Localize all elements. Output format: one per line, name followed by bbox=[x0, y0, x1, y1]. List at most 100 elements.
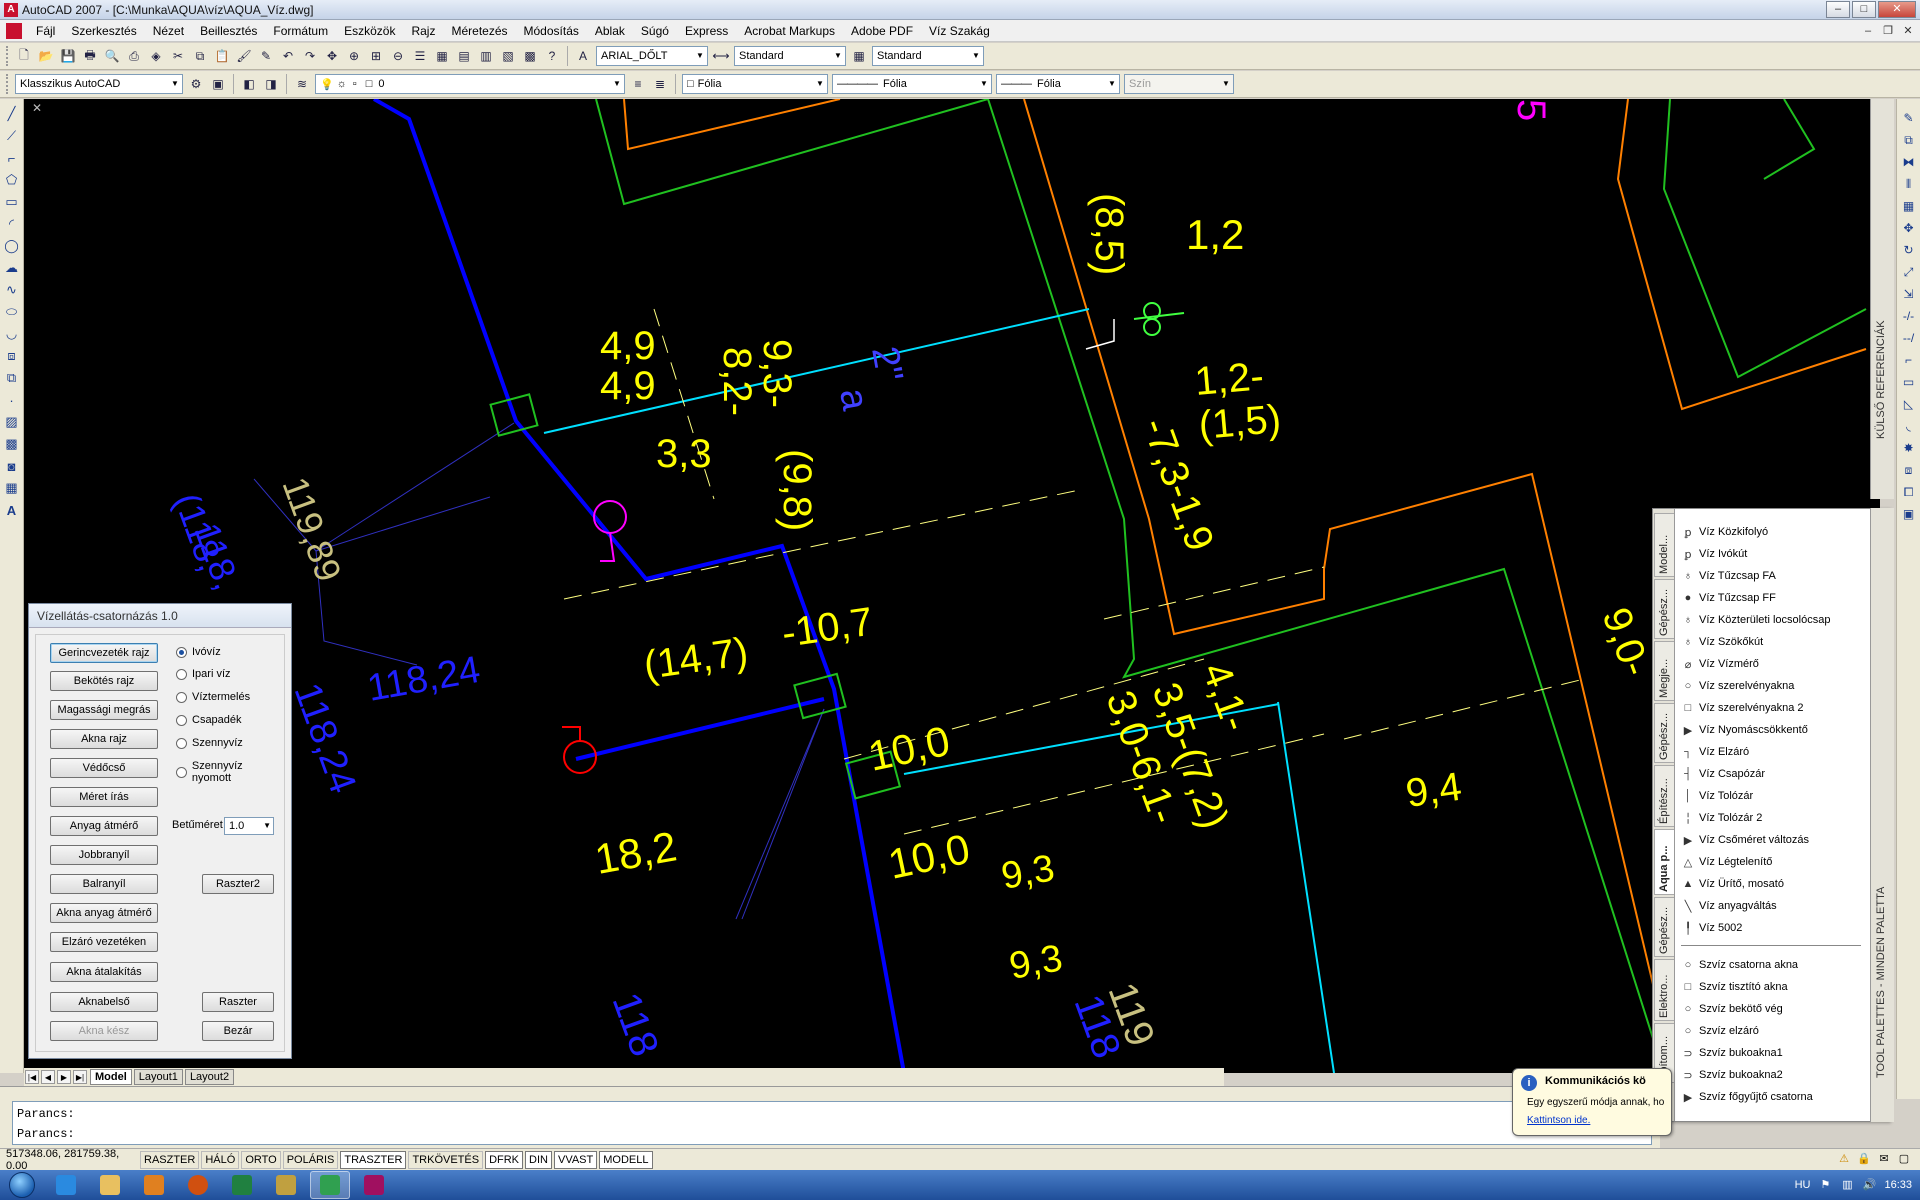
paste-icon[interactable]: 📋 bbox=[212, 46, 232, 66]
layer-previous-icon[interactable]: ≣ bbox=[650, 74, 670, 94]
prev-tab-icon[interactable]: ◀ bbox=[41, 1070, 55, 1084]
doc-minimize-icon[interactable]: – bbox=[1860, 23, 1876, 39]
clip-icon[interactable]: ▣ bbox=[1899, 504, 1919, 524]
document-icon[interactable] bbox=[6, 22, 22, 39]
balloon-link[interactable]: Kattintson ide. bbox=[1527, 1115, 1590, 1126]
communication-center-icon[interactable]: ✉ bbox=[1876, 1151, 1892, 1167]
cad-drawing[interactable]: 1,2 (8,5) 4,94,9 9,3-8,2- (9,8) 3,3 2"a 1,2-(1,… bbox=[24, 99, 1880, 1073]
clock[interactable]: 16:33 bbox=[1884, 1179, 1912, 1191]
lineweight-select[interactable]: ——— Fólia ▼ bbox=[996, 74, 1120, 94]
right-arrow-button[interactable]: Jobbranyíl bbox=[50, 845, 158, 865]
match-properties-icon[interactable]: 🖌 bbox=[234, 46, 254, 66]
dimension-write-button[interactable]: Méret írás bbox=[50, 787, 158, 807]
insert-block-icon[interactable]: ⧈ bbox=[2, 346, 22, 366]
palette-tool-item[interactable]: ╿ Víz 5002 bbox=[1681, 917, 1861, 939]
otrack-toggle[interactable]: TRKÖVETÉS bbox=[408, 1150, 484, 1169]
toolbar-grip[interactable] bbox=[6, 74, 10, 94]
palette-tab-model[interactable]: Model... bbox=[1654, 513, 1674, 577]
network-icon[interactable]: ▥ bbox=[1840, 1178, 1854, 1192]
dialog-title[interactable]: Vízellátás-csatornázás 1.0 bbox=[29, 604, 291, 628]
plot-icon[interactable]: 🖶 bbox=[80, 46, 100, 66]
construction-line-icon[interactable]: ⟋ bbox=[2, 126, 22, 146]
palette-tool-item[interactable]: □ Szvíz tisztító akna bbox=[1681, 976, 1861, 998]
first-tab-icon[interactable]: |◀ bbox=[25, 1070, 39, 1084]
palette-tool-item[interactable]: □ Víz szerelvényakna 2 bbox=[1681, 697, 1861, 719]
grid-toggle[interactable]: HÁLÓ bbox=[201, 1150, 240, 1169]
main-pipe-draw-button[interactable]: Gerincvezeték rajz bbox=[50, 643, 158, 663]
radio-sewage[interactable]: Szennyvíz bbox=[176, 737, 243, 749]
ellipse-arc-icon[interactable]: ◡ bbox=[2, 324, 22, 344]
start-button[interactable] bbox=[0, 1170, 44, 1200]
plot-style-select[interactable]: Szín ▼ bbox=[1124, 74, 1234, 94]
valve-on-pipe-button[interactable]: Elzáró vezetéken bbox=[50, 932, 158, 952]
polyline-icon[interactable]: ⌐ bbox=[2, 148, 22, 168]
ducs-toggle[interactable]: DFRK bbox=[485, 1150, 524, 1169]
palette-tab-mechanical-1[interactable]: Gépész... bbox=[1654, 579, 1674, 639]
menu-view[interactable]: Nézet bbox=[145, 21, 192, 41]
palette-tool-item[interactable]: ♁ Víz Közterületi locsolócsap bbox=[1681, 609, 1861, 631]
workspace-select[interactable]: Klasszikus AutoCAD ▼ bbox=[15, 74, 183, 94]
taskbar-firefox[interactable] bbox=[178, 1171, 218, 1199]
tab-model[interactable]: Model bbox=[90, 1069, 132, 1085]
pdf-icon[interactable]: ◧ bbox=[239, 74, 259, 94]
point-icon[interactable]: · bbox=[2, 390, 22, 410]
palette-tool-item[interactable]: ● Víz Tűzcsap FF bbox=[1681, 587, 1861, 609]
plot-preview-icon[interactable]: 🔍 bbox=[102, 46, 122, 66]
flag-icon[interactable]: ⚑ bbox=[1818, 1178, 1832, 1192]
erase-icon[interactable]: ✎ bbox=[1899, 108, 1919, 128]
material-diameter-button[interactable]: Anyag átmérő bbox=[50, 816, 158, 836]
text-style-select[interactable]: ARIAL_DŐLT ▼ bbox=[596, 46, 708, 66]
extend-icon[interactable]: --/ bbox=[1899, 328, 1919, 348]
design-center-icon[interactable]: ▦ bbox=[432, 46, 452, 66]
zoom-previous-icon[interactable]: ⊖ bbox=[388, 46, 408, 66]
table-style-select[interactable]: Standard ▼ bbox=[872, 46, 984, 66]
publish-icon[interactable]: ⎙ bbox=[124, 46, 144, 66]
palette-tool-item[interactable]: ○ Szvíz csatorna akna bbox=[1681, 954, 1861, 976]
palette-tool-item[interactable]: ▶ Szvíz főgyűjtő csatorna bbox=[1681, 1086, 1861, 1108]
palette-tool-item[interactable]: ⊃ Szvíz bukoakna1 bbox=[1681, 1042, 1861, 1064]
region-icon[interactable]: ◙ bbox=[2, 456, 22, 476]
palette-tool-item[interactable]: △ Víz Légtelenítő bbox=[1681, 851, 1861, 873]
palette-tool-item[interactable]: ♁ Víz Tűzcsap FA bbox=[1681, 565, 1861, 587]
copy-icon[interactable]: ⧉ bbox=[190, 46, 210, 66]
gradient-icon[interactable]: ▩ bbox=[2, 434, 22, 454]
array-icon[interactable]: ▦ bbox=[1899, 196, 1919, 216]
mirror-icon[interactable]: ⧓ bbox=[1899, 152, 1919, 172]
menu-tools[interactable]: Eszközök bbox=[336, 21, 403, 41]
taskbar-ie[interactable] bbox=[46, 1171, 86, 1199]
save-icon[interactable]: 💾 bbox=[58, 46, 78, 66]
explode-icon[interactable]: ✸ bbox=[1899, 438, 1919, 458]
menu-water-discipline[interactable]: Víz Szakág bbox=[921, 21, 998, 41]
dim-style-icon[interactable]: ⟷ bbox=[711, 46, 731, 66]
fillet-icon[interactable]: ◟ bbox=[1899, 416, 1919, 436]
rotate-icon[interactable]: ↻ bbox=[1899, 240, 1919, 260]
close-icon[interactable]: ✕ bbox=[32, 101, 42, 115]
pdf-email-icon[interactable]: ◨ bbox=[261, 74, 281, 94]
raster-button[interactable]: Raszter bbox=[202, 992, 274, 1012]
line-icon[interactable]: ╱ bbox=[2, 104, 22, 124]
menu-file[interactable]: Fájl bbox=[28, 21, 63, 41]
copy-object-icon[interactable]: ⧉ bbox=[1899, 130, 1919, 150]
menu-draw[interactable]: Rajz bbox=[403, 21, 443, 41]
raster2-button[interactable]: Raszter2 bbox=[202, 874, 274, 894]
tool-palette-strip[interactable]: TOOL PALETTES - MINDEN PALETTA bbox=[1870, 508, 1894, 1122]
arc-icon[interactable]: ◜ bbox=[2, 214, 22, 234]
volume-icon[interactable]: 🔊 bbox=[1862, 1178, 1877, 1192]
external-references-panel-strip[interactable]: KÜLSŐ REFERENCIÁK bbox=[1870, 99, 1894, 499]
toolbar-grip[interactable] bbox=[6, 46, 10, 66]
menu-modify[interactable]: Módosítás bbox=[516, 21, 587, 41]
palette-tool-item[interactable]: ▶ Víz Nyomáscsökkentő bbox=[1681, 719, 1861, 741]
menu-dimension[interactable]: Méretezés bbox=[443, 21, 515, 41]
redo-icon[interactable]: ↷ bbox=[300, 46, 320, 66]
palette-tool-item[interactable]: ▶ Víz Csőméret változás bbox=[1681, 829, 1861, 851]
menu-format[interactable]: Formátum bbox=[265, 21, 336, 41]
maximize-button[interactable]: □ bbox=[1852, 1, 1876, 18]
manhole-interior-button[interactable]: Aknabelső bbox=[50, 992, 158, 1012]
zoom-realtime-icon[interactable]: ⊕ bbox=[344, 46, 364, 66]
manhole-done-button[interactable]: Akna kész bbox=[50, 1021, 158, 1041]
palette-tab-electrical[interactable]: Elektro... bbox=[1654, 959, 1674, 1021]
block-editor-icon[interactable]: ✎ bbox=[256, 46, 276, 66]
taskbar-autocad[interactable] bbox=[310, 1171, 350, 1199]
palette-tool-item[interactable]: ꝑ Víz Közkifolyó bbox=[1681, 521, 1861, 543]
draworder-icon[interactable]: ⧈ bbox=[1899, 460, 1919, 480]
